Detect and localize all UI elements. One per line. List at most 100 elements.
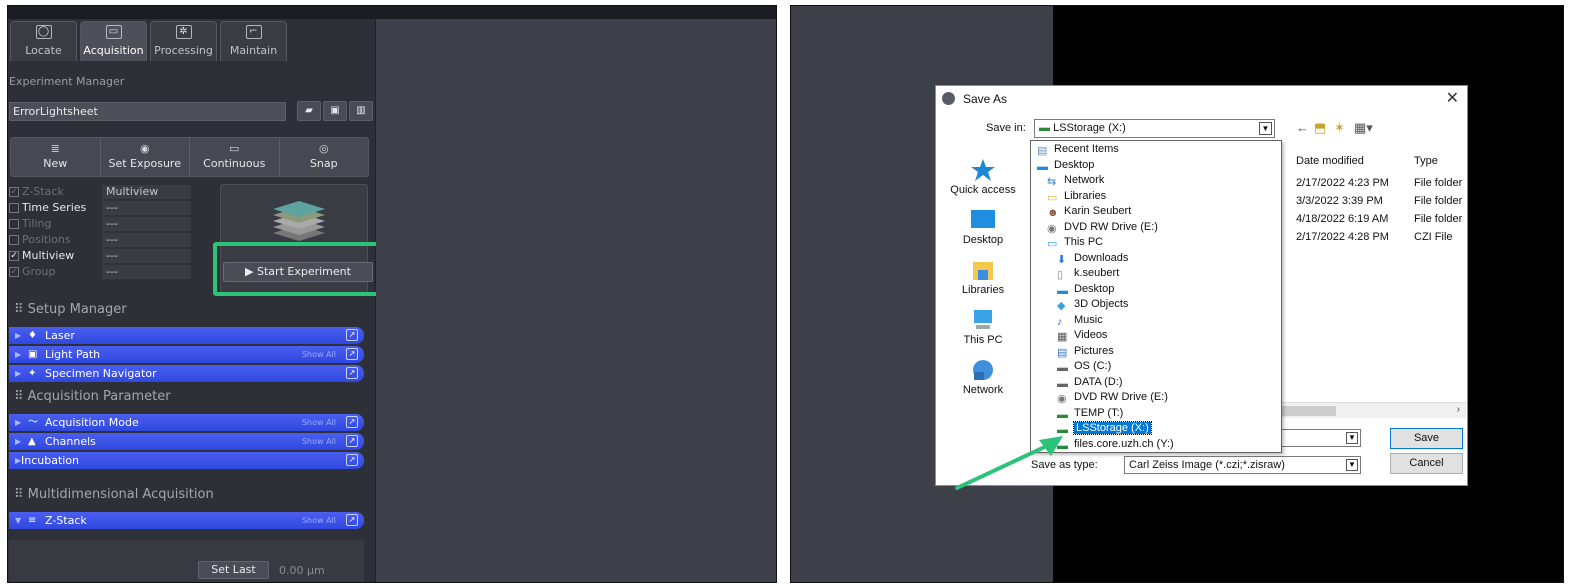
chevron-down-icon[interactable]: ▼ — [1259, 122, 1272, 135]
expand-icon[interactable]: ▶ — [15, 327, 21, 344]
dropdown-item[interactable]: ▭ This PC — [1047, 235, 1103, 250]
column-header-date[interactable]: Date modified — [1296, 155, 1364, 167]
continuous-button[interactable]: ▭ Continuous — [190, 138, 280, 176]
new-button[interactable]: ≣ New — [11, 138, 101, 176]
setup-manager-header[interactable]: ⠿ Setup Manager — [14, 302, 127, 317]
dropdown-item[interactable]: ▭ Libraries — [1047, 189, 1106, 204]
snap-button[interactable]: ◎ Snap — [279, 138, 368, 176]
new-folder-icon[interactable]: ✶ — [1334, 120, 1345, 136]
tool-incubation[interactable]: ▶ Incubation ↗ — [9, 452, 364, 469]
undock-icon[interactable]: ↗ — [346, 416, 358, 428]
scroll-right-icon[interactable]: › — [1457, 404, 1460, 415]
horizontal-scrollbar[interactable]: › — [1276, 402, 1466, 418]
dropdown-item[interactable]: ▬ TEMP (T:) — [1057, 406, 1123, 421]
set-exposure-button[interactable]: ◉ Set Exposure — [100, 138, 190, 176]
start-experiment-button[interactable]: ▶ Start Experiment — [223, 262, 373, 282]
user-icon: ☻ — [1047, 207, 1059, 219]
dim-row-multiview[interactable]: ✓ Multiview --- — [9, 248, 191, 263]
dropdown-item[interactable]: ▬ Desktop — [1037, 158, 1094, 173]
dropdown-item[interactable]: ◉ DVD RW Drive (E:) — [1057, 390, 1168, 405]
tab-maintain[interactable]: ⌐ Maintain — [220, 21, 287, 61]
undock-icon[interactable]: ↗ — [346, 514, 358, 526]
tool-specimen-navigator[interactable]: ▶ ✦ Specimen Navigator ↗ — [9, 365, 364, 382]
dropdown-item[interactable]: ◉ DVD RW Drive (E:) — [1047, 220, 1158, 235]
dim-row-time-series[interactable]: Time Series --- — [9, 200, 191, 215]
dropdown-item[interactable]: ▯ k.seubert — [1057, 266, 1119, 281]
experiment-name-field[interactable]: ErrorLightsheet — [9, 102, 286, 121]
undock-icon[interactable]: ↗ — [346, 454, 358, 466]
expand-icon[interactable]: ▶ — [15, 365, 21, 382]
dropdown-item[interactable]: ▬ Desktop — [1057, 282, 1114, 297]
dim-row-group[interactable]: ✓ Group --- — [9, 264, 191, 279]
expand-icon[interactable]: ▶ — [15, 433, 21, 450]
dim-row-positions[interactable]: Positions --- — [9, 232, 191, 247]
acquisition-parameter-header[interactable]: ⠿ Acquisition Parameter — [14, 389, 171, 404]
dropdown-item[interactable]: ☻ Karin Seubert — [1047, 204, 1131, 219]
save-as-type-combo[interactable]: Carl Zeiss Image (*.czi;*.zisraw) ▼ — [1124, 456, 1361, 474]
dim-row-tiling[interactable]: Tiling --- — [9, 216, 191, 231]
checkbox[interactable]: ✓ — [9, 250, 19, 261]
chevron-down-icon[interactable]: ▼ — [1346, 432, 1358, 444]
undock-icon[interactable]: ↗ — [346, 367, 358, 379]
dropdown-item[interactable]: ⬇ Downloads — [1057, 251, 1128, 266]
expand-icon[interactable]: ▶ — [15, 346, 21, 363]
dropdown-item[interactable]: ▬ OS (C:) — [1057, 359, 1111, 374]
back-icon[interactable]: ← — [1296, 120, 1309, 135]
checkbox[interactable]: ✓ — [9, 186, 19, 197]
cancel-button[interactable]: Cancel — [1390, 453, 1463, 474]
open-folder-icon[interactable]: ▰ — [297, 101, 321, 121]
tab-processing[interactable]: ✲ Processing — [150, 21, 217, 61]
save-icon[interactable]: ▣ — [323, 101, 347, 121]
undock-icon[interactable]: ↗ — [346, 348, 358, 360]
place-quick-access[interactable]: Quick access — [942, 158, 1024, 196]
grip-icon: ⠿ — [14, 487, 28, 502]
place-libraries[interactable]: Libraries — [942, 258, 1024, 296]
up-folder-icon[interactable]: ⬒ — [1314, 120, 1326, 136]
place-desktop[interactable]: Desktop — [942, 208, 1024, 246]
show-all-toggle[interactable]: Show All — [302, 346, 336, 363]
file-name-combo[interactable]: ▼ — [1276, 429, 1361, 447]
tool-channels[interactable]: ▶ ▲ Channels Show All ↗ — [9, 433, 364, 450]
dim-row-zstack[interactable]: ✓ Z-Stack Multiview — [9, 184, 191, 199]
undock-icon[interactable]: ↗ — [346, 435, 358, 447]
collapse-icon[interactable]: ▼ — [15, 512, 21, 529]
dropdown-item[interactable]: ▦ Videos — [1057, 328, 1107, 343]
tab-acquisition[interactable]: ▭ Acquisition — [80, 21, 147, 61]
dropdown-item[interactable]: ◆ 3D Objects — [1057, 297, 1128, 312]
save-in-combo[interactable]: ▬ LSStorage (X:) ▼ — [1034, 119, 1275, 138]
place-network[interactable]: Network — [942, 358, 1024, 396]
save-button[interactable]: Save — [1390, 428, 1463, 449]
checkbox[interactable]: ✓ — [9, 266, 19, 277]
tool-laser[interactable]: ▶ ♦ Laser ↗ — [9, 327, 364, 344]
show-all-toggle[interactable]: Show All — [302, 433, 336, 450]
place-this-pc[interactable]: This PC — [942, 308, 1024, 346]
set-last-button[interactable]: Set Last — [198, 561, 269, 579]
show-all-toggle[interactable]: Show All — [302, 414, 336, 431]
checkbox[interactable] — [9, 202, 19, 213]
show-all-toggle[interactable]: Show All — [302, 512, 336, 529]
dropdown-item[interactable]: ▬ DATA (D:) — [1057, 375, 1122, 390]
expand-icon[interactable]: ▶ — [15, 414, 21, 431]
dropdown-item[interactable]: ▤ Recent Items — [1037, 142, 1119, 157]
dropdown-item[interactable]: ▤ Pictures — [1057, 344, 1114, 359]
tab-locate[interactable]: ◯ Locate — [10, 21, 77, 61]
tool-light-path[interactable]: ▶ ▣ Light Path Show All ↗ — [9, 346, 364, 363]
tool-acquisition-mode[interactable]: ▶ 〜 Acquisition Mode Show All ↗ — [9, 414, 364, 431]
file-date: 2/17/2022 4:23 PM — [1296, 177, 1389, 189]
dropdown-item[interactable]: ⇆ Network — [1047, 173, 1104, 188]
dropdown-item[interactable]: ♪ Music — [1057, 313, 1103, 328]
save-dialog-panel: Save As ✕ Save in: ▬ LSStorage (X:) ▼ ← … — [790, 5, 1564, 583]
scroll-thumb[interactable] — [1276, 406, 1336, 416]
checkbox[interactable] — [9, 234, 19, 245]
close-icon[interactable]: ✕ — [1446, 88, 1459, 108]
column-header-type[interactable]: Type — [1414, 155, 1438, 167]
chevron-down-icon[interactable]: ▼ — [1346, 459, 1358, 471]
multidimensional-acquisition-header[interactable]: ⠿ Multidimensional Acquisition — [14, 487, 214, 502]
checkbox[interactable] — [9, 218, 19, 229]
undock-icon[interactable]: ↗ — [346, 329, 358, 341]
view-menu-icon[interactable]: ▦▾ — [1354, 120, 1373, 136]
delete-icon[interactable]: ▥ — [349, 101, 373, 121]
dropdown-item-label: k.seubert — [1074, 267, 1120, 279]
tool-zstack[interactable]: ▼ ≡ Z-Stack Show All ↗ — [9, 512, 364, 529]
expand-icon[interactable]: ▶ — [15, 452, 21, 469]
